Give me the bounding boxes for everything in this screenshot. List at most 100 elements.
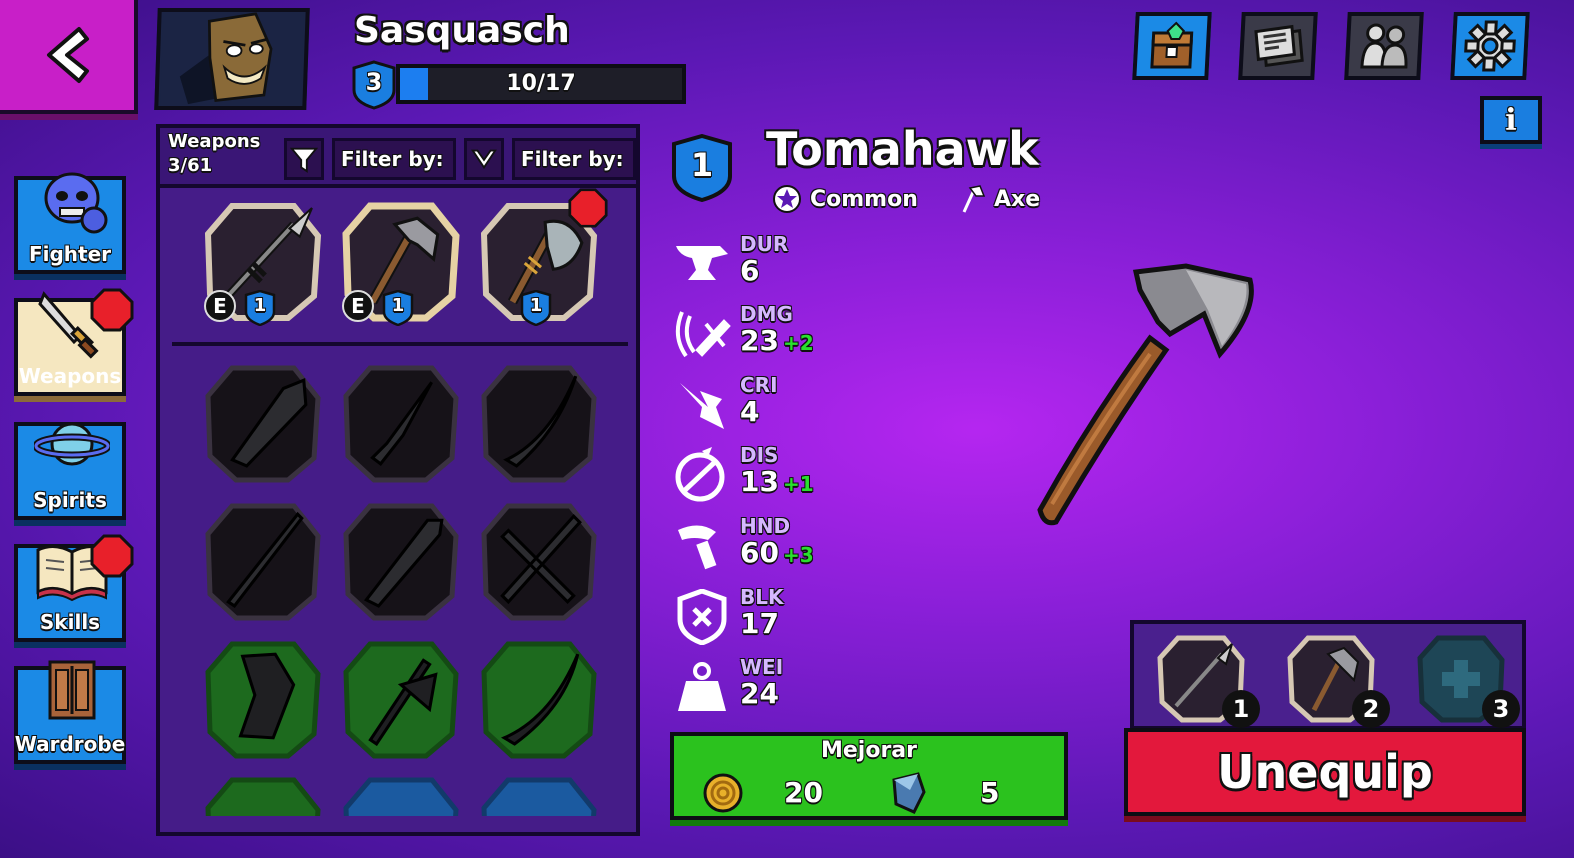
weapon-level-badge: 1 [244,289,276,327]
locked-weapon-slot[interactable] [478,500,600,622]
notification-badge-icon [568,188,608,228]
anvil-icon [676,246,728,280]
stat-value: 23 +2 [740,324,814,357]
scimitar-silhouette-icon [503,375,578,468]
broadsword-silhouette-icon [363,518,444,608]
filter-by-dropdown-1[interactable]: Filter by: [332,138,456,180]
equipped-mark: E [342,290,374,322]
loadout-panel: 1 2 3 [1130,620,1526,730]
stat-name: WEI [740,655,784,679]
owned-divider [172,342,628,346]
saber-silhouette-icon [500,653,580,746]
locked-weapon-slot[interactable] [202,774,324,816]
locked-weapon-slot[interactable] [202,500,324,622]
gem-icon [892,772,926,814]
handling-icon [678,525,717,570]
stat-disarm: DIS 13 +1 [672,441,892,507]
stat-block: BLK 17 [672,583,892,649]
gem-cost: 5 [980,776,1000,809]
halberd-silhouette-icon [368,658,438,746]
fighter-icon [44,172,108,234]
weapons-panel-header: Weapons 3/61 Filter by: Filter by: [160,128,636,188]
crossed-blades-silhouette-icon [500,513,582,605]
gear-icon [1464,20,1516,72]
stat-name: HND [740,514,791,538]
nav-wardrobe-label: Wardrobe [14,732,126,756]
character-portrait[interactable] [154,8,310,110]
nav-spirits[interactable]: Spirits [14,422,126,520]
damage-icon [675,311,731,358]
stat-bonus: +3 [782,543,814,567]
weapons-count-value: 3/61 [168,155,213,176]
locked-weapon-slot[interactable] [340,774,462,816]
loadout-slot-number: 2 [1352,690,1390,728]
stat-handling: HND 60 +3 [672,512,892,578]
slot-frame-icon [205,777,321,816]
weapon-slot-battle-axe[interactable]: 1 [478,188,608,327]
nav-fighter[interactable]: Fighter [14,172,126,274]
friends-button[interactable] [1344,12,1424,80]
locked-weapon-slot[interactable] [340,362,462,484]
weapon-grid-overflow [164,774,632,816]
stat-name: DMG [740,302,793,326]
info-button[interactable]: i [1480,96,1542,144]
nav-spirits-label: Spirits [33,488,107,512]
weight-icon [678,662,726,711]
spirits-icon [34,422,110,466]
locked-weapon-slot[interactable] [340,500,462,622]
locked-weapon-slot[interactable] [478,362,600,484]
nav-skills[interactable]: Skills [14,534,134,642]
loadout-slot-3[interactable]: 3 [1416,634,1520,728]
player-level-value: 3 [365,68,383,96]
back-button[interactable] [0,0,138,114]
settings-button[interactable] [1450,12,1530,80]
nav-weapons-label: Weapons [18,364,122,388]
filter-button[interactable] [284,138,324,180]
stat-value: 17 [740,607,779,640]
weapon-slot-tomahawk[interactable]: E 1 [340,200,462,327]
weapon-level-large-value: 1 [690,146,714,184]
club-silhouette-icon [230,378,308,468]
nav-weapons[interactable]: Weapons [14,288,134,396]
back-arrow-icon [47,27,89,83]
locked-weapon-slot[interactable] [340,638,462,760]
character-face-icon [160,12,304,106]
chest-button[interactable] [1132,12,1212,80]
star-circle-icon [773,185,801,213]
weapon-level-badge-large: 1 [670,133,734,203]
weapon-name: Tomahawk [766,122,1039,176]
stat-value: 4 [740,395,760,428]
nav-wardrobe[interactable]: Wardrobe [14,660,126,764]
news-button[interactable] [1238,12,1318,80]
weapon-slot-spear[interactable]: E 1 [202,200,324,327]
locked-weapon-slot[interactable] [202,362,324,484]
loadout-slot-number: 1 [1222,690,1260,728]
disarm-icon [675,447,725,502]
loadout-slot-2[interactable]: 2 [1286,634,1390,728]
loadout-slot-1[interactable]: 1 [1156,634,1260,728]
stat-durability: DUR 6 [672,230,892,296]
wardrobe-icon [48,660,96,720]
notification-badge-icon [90,288,134,332]
weapons-title: Weapons [168,131,261,152]
dagger-silhouette-icon [370,381,433,467]
xp-text: 10/17 [506,71,576,96]
weapon-type-label: Axe [994,186,1041,212]
stat-critical: CRI 4 [672,371,892,437]
sort-toggle-button[interactable] [464,138,504,180]
locked-weapon-slot[interactable] [478,774,600,816]
stat-value: 6 [740,254,760,287]
stat-weight: WEI 24 [672,653,892,719]
locked-weapon-slot[interactable] [202,638,324,760]
upgrade-button[interactable]: Mejorar 20 5 [670,732,1068,820]
locked-weapon-slot[interactable] [478,638,600,760]
weapon-level-value: 1 [391,295,405,316]
stat-bonus: +2 [782,331,814,355]
loadout-slot-number: 3 [1482,690,1520,728]
chevron-down-icon [471,149,497,170]
stat-name: DUR [740,232,789,256]
unequip-button[interactable]: Unequip [1124,728,1526,816]
stat-value: 24 [740,677,779,710]
weapon-rarity: Common [772,184,918,214]
filter-by-dropdown-2[interactable]: Filter by: [512,138,636,180]
